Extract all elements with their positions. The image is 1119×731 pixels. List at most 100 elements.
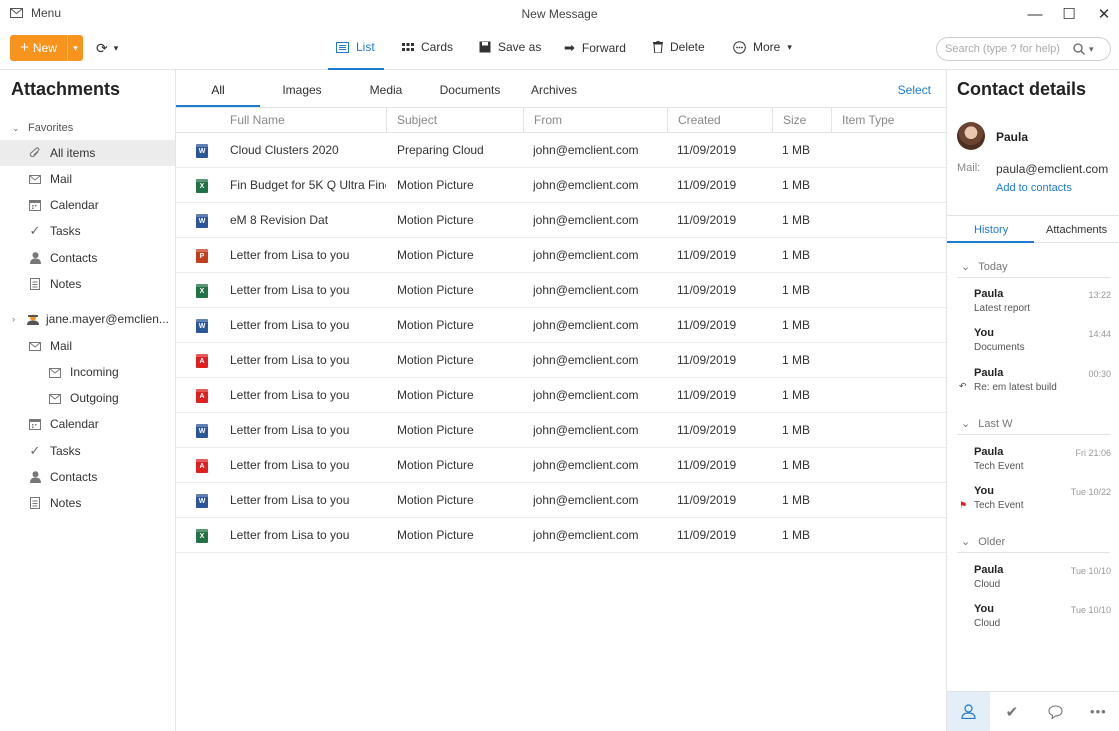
save-as-button[interactable]: Save as	[479, 40, 541, 54]
delete-button[interactable]: Delete	[653, 40, 705, 54]
forward-arrow-icon: ➡	[564, 40, 575, 55]
column-header-size[interactable]: Size	[772, 108, 831, 133]
history-group-label: Older	[978, 535, 1006, 548]
list-icon	[336, 41, 349, 53]
sidebar-item-label: All items	[50, 146, 96, 160]
sidebar-item-account-tasks[interactable]: ✓ Tasks	[0, 438, 175, 464]
tab-archives[interactable]: Archives	[512, 83, 596, 97]
tab-media[interactable]: Media	[344, 83, 428, 97]
sidebar-item-mail[interactable]: Mail	[0, 166, 175, 192]
add-to-contacts-link[interactable]: Add to contacts	[996, 182, 1072, 194]
tab-images[interactable]: Images	[260, 83, 344, 97]
sidebar-item-incoming[interactable]: Incoming	[0, 359, 175, 385]
history-group-header[interactable]: ⌄ Today	[961, 260, 1008, 274]
tab-all[interactable]: All	[176, 83, 260, 97]
new-main[interactable]: + New	[10, 35, 67, 61]
table-row[interactable]: A Letter from Lisa to you Motion Picture jo…	[176, 378, 946, 413]
sidebar-item-account-mail[interactable]: Mail	[0, 333, 175, 359]
history-subject: Re: em latest build	[974, 382, 1057, 393]
column-header-created[interactable]: Created	[667, 108, 772, 133]
divider	[957, 277, 1110, 278]
sidebar-item-account-contacts[interactable]: Contacts	[0, 464, 175, 490]
tasks-view-button[interactable]: ✔	[990, 692, 1033, 731]
flag-icon: ⚑	[959, 500, 968, 510]
cell-full-name: Letter from Lisa to you	[230, 528, 350, 542]
word-file-icon: W	[196, 214, 208, 228]
cell-size: 1 MB	[782, 528, 811, 542]
column-header-subject[interactable]: Subject	[386, 108, 523, 133]
grid-header: Full Name Subject From Created Size Item…	[176, 108, 946, 133]
table-row[interactable]: P Letter from Lisa to you Motion Picture jo…	[176, 238, 946, 273]
select-link[interactable]: Select	[898, 83, 931, 97]
sidebar-item-outgoing[interactable]: Outgoing	[0, 385, 175, 411]
sidebar-item-contacts[interactable]: Contacts	[0, 245, 175, 271]
table-row[interactable]: X Letter from Lisa to you Motion Picture jo…	[176, 273, 946, 308]
maximize-button[interactable]: ☐	[1058, 3, 1080, 25]
new-dropdown-button[interactable]: ▾	[67, 35, 83, 61]
sidebar-item-account-notes[interactable]: Notes	[0, 490, 175, 516]
chevron-down-icon[interactable]: ▾	[1089, 44, 1094, 55]
account-group[interactable]: › jane.mayer@emclien...	[0, 306, 175, 332]
reply-icon: ↶	[959, 381, 967, 391]
chevron-down-icon: ⌄	[961, 418, 971, 430]
search-input[interactable]	[945, 43, 1073, 55]
contact-email[interactable]: paula@emclient.com	[996, 162, 1108, 176]
active-tab-indicator	[176, 105, 260, 107]
sidebar-item-account-calendar[interactable]: Calendar	[0, 411, 175, 437]
cell-created: 11/09/2019	[677, 353, 737, 367]
table-row[interactable]: W Letter from Lisa to you Motion Picture jo…	[176, 413, 946, 448]
contact-view-button[interactable]	[947, 692, 991, 731]
search-icon[interactable]	[1073, 43, 1085, 55]
account-label: jane.mayer@emclien...	[46, 312, 169, 326]
favorites-group[interactable]: ⌄ Favorites	[0, 115, 175, 141]
table-row[interactable]: X Letter from Lisa to you Motion Picture jo…	[176, 518, 946, 553]
sidebar-title: Attachments	[11, 79, 121, 99]
column-header-from[interactable]: From	[523, 108, 668, 133]
history-group-header[interactable]: ⌄ Last W	[961, 417, 1012, 431]
history-subject: Cloud	[974, 618, 1001, 629]
tab-documents[interactable]: Documents	[428, 83, 512, 97]
cell-created: 11/09/2019	[677, 283, 737, 297]
cell-created: 11/09/2019	[677, 318, 737, 332]
list-view-button[interactable]: List	[336, 40, 375, 54]
check-icon: ✔	[1005, 703, 1019, 721]
chat-view-button[interactable]	[1034, 692, 1077, 731]
chevron-down-icon: ▾	[73, 42, 78, 53]
history-group-header[interactable]: ⌄ Older	[961, 535, 1006, 549]
table-row[interactable]: A Letter from Lisa to you Motion Picture jo…	[176, 448, 946, 483]
sidebar-item-tasks[interactable]: ✓ Tasks	[0, 218, 175, 244]
cards-view-button[interactable]: Cards	[402, 40, 453, 54]
outbox-icon	[48, 391, 62, 405]
close-button[interactable]: ✕	[1093, 3, 1115, 25]
table-row[interactable]: W Letter from Lisa to you Motion Picture jo…	[176, 308, 946, 343]
tab-history[interactable]: History	[974, 224, 1008, 236]
avatar[interactable]	[957, 122, 985, 150]
table-row[interactable]: A Letter from Lisa to you Motion Picture jo…	[176, 343, 946, 378]
forward-button[interactable]: ➡ Forward	[564, 40, 626, 56]
cell-size: 1 MB	[782, 353, 811, 367]
save-as-label: Save as	[498, 40, 542, 54]
chevron-down-icon: ⌄	[961, 536, 971, 548]
cell-full-name: Letter from Lisa to you	[230, 388, 350, 402]
table-row[interactable]: WeM 8 Revision Dat Motion Picture john@emc…	[176, 203, 946, 238]
sidebar-item-calendar[interactable]: Calendar	[0, 192, 175, 218]
table-row[interactable]: W Cloud Clusters 2020 Preparing Cloud john@…	[176, 133, 946, 168]
column-header-item-type[interactable]: Item Type	[831, 108, 946, 133]
cell-full-name: Fin Budget for 5K Q Ultra Fine	[230, 178, 386, 192]
table-row[interactable]: X Fin Budget for 5K Q Ultra Fine Motion Pi…	[176, 168, 946, 203]
history-subject: Documents	[974, 342, 1025, 353]
sidebar-item-all-items[interactable]: All items	[0, 140, 175, 166]
cell-size: 1 MB	[782, 213, 811, 227]
minimize-button[interactable]: —	[1024, 3, 1046, 25]
history-time: 13:22	[1088, 290, 1111, 300]
tab-attachments[interactable]: Attachments	[1046, 224, 1107, 236]
search-box[interactable]: ▾	[936, 37, 1111, 61]
table-row[interactable]: W Letter from Lisa to you Motion Picture jo…	[176, 483, 946, 518]
cell-subject: Motion Picture	[397, 528, 474, 542]
new-button[interactable]: + New ▾	[10, 35, 83, 61]
more-button[interactable]: More ▾	[733, 40, 792, 54]
sync-button[interactable]: ⟳ ▾	[96, 40, 118, 57]
column-header-full-name[interactable]: Full Name	[220, 108, 386, 133]
sidebar-item-notes[interactable]: Notes	[0, 271, 175, 297]
more-options-button[interactable]: •••	[1077, 692, 1119, 731]
